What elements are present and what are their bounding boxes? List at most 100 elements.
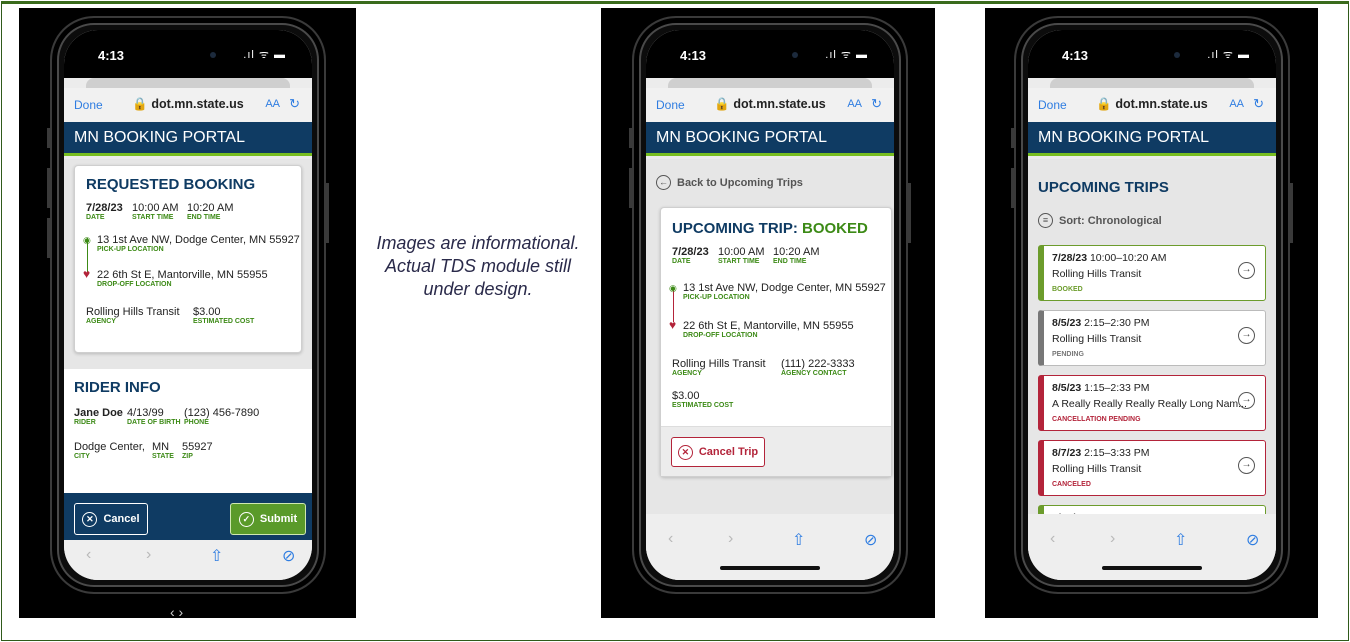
phone-label: PHONE [184, 419, 209, 426]
home-indicator[interactable] [720, 566, 820, 570]
sort-control[interactable]: ≡ Sort: Chronological [1038, 213, 1162, 228]
rider-info-section: RIDER INFO Jane Doe RIDER 4/13/99 DATE OF … [64, 369, 312, 493]
end-value: 10:20 AM [187, 202, 234, 214]
signal-wifi-battery-icon: .ıl ᯤ ▬ [1207, 49, 1250, 61]
phone-1: 4:13 .ıl ᯤ ▬ Done 🔒 dot.mn.state.us AA ↻… [47, 16, 329, 594]
status-bar: 4:13 .ıl ᯤ ▬ [64, 30, 312, 78]
share-icon[interactable]: ⇧ [210, 546, 223, 566]
end-label: END TIME [187, 214, 221, 221]
arrow-right-circle-icon[interactable]: → [1238, 392, 1255, 409]
compass-icon[interactable]: ⊘ [282, 546, 295, 566]
trip-list-item[interactable]: 8/5/23 2:15–2:30 PM Rolling Hills Transit… [1038, 310, 1266, 366]
browser-toolbar: ‹ › ⇧ ⊘ [646, 514, 894, 580]
trip-agency: A Really Really Really Really Long Nam..… [1052, 398, 1247, 410]
compass-icon[interactable]: ⊘ [864, 530, 877, 550]
text-size-button[interactable]: AA [1229, 98, 1244, 110]
portal-header: MN BOOKING PORTAL [1028, 122, 1276, 156]
rider-value: Jane Doe [74, 407, 123, 419]
pickup-dot-icon: ◉ [669, 283, 677, 293]
card-title: UPCOMING TRIP: BOOKED [672, 220, 868, 237]
dropoff-label: DROP-OFF LOCATION [97, 281, 172, 288]
informational-note: Images are informational. Actual TDS mod… [376, 233, 580, 299]
phone-2: 4:13 .ıl ᯤ ▬ Done 🔒 dot.mn.state.us AA ↻… [629, 16, 911, 594]
trip-date-time: 8/7/23 2:15–3:33 PM [1052, 447, 1150, 459]
forward-icon[interactable]: › [1110, 530, 1115, 548]
arrow-right-circle-icon[interactable]: → [1238, 262, 1255, 279]
x-circle-icon: ✕ [677, 444, 693, 460]
cancel-trip-button[interactable]: ✕ Cancel Trip [671, 437, 765, 467]
trip-agency: Rolling Hills Transit [1052, 463, 1142, 475]
trip-list-item[interactable]: 8/7/23 2:15–3:33 PM Rolling Hills Transit… [1038, 440, 1266, 496]
dropoff-pin-icon: ♥ [83, 267, 91, 281]
card-title: REQUESTED BOOKING [86, 176, 256, 193]
share-icon[interactable]: ⇧ [792, 530, 805, 550]
trip-status: CANCELLATION PENDING [1052, 416, 1141, 423]
text-size-button[interactable]: AA [847, 98, 862, 110]
browser-url-bar: Done 🔒 dot.mn.state.us AA ↻ [1028, 88, 1276, 122]
dob-value: 4/13/99 [127, 407, 164, 419]
state-value: MN [152, 441, 170, 453]
camera-dot [210, 52, 216, 58]
end-label: END TIME [773, 258, 807, 265]
compass-icon[interactable]: ⊘ [1246, 530, 1259, 550]
cost-label: ESTIMATED COST [193, 318, 255, 325]
portal-header: MN BOOKING PORTAL [646, 122, 894, 156]
forward-icon[interactable]: › [728, 530, 733, 548]
reload-icon[interactable]: ↻ [289, 96, 300, 112]
start-label: START TIME [132, 214, 174, 221]
x-circle-icon: ✕ [82, 511, 98, 527]
agency-value: Rolling Hills Transit [672, 358, 766, 370]
check-circle-icon: ✓ [238, 511, 254, 527]
zip-value: 55927 [182, 441, 213, 453]
phone-1-screen: 4:13 .ıl ᯤ ▬ Done 🔒 dot.mn.state.us AA ↻… [64, 30, 312, 580]
phone-3-screen: 4:13 .ıl ᯤ ▬ Done 🔒 dot.mn.state.us AA ↻… [1028, 30, 1276, 580]
trip-list-item[interactable]: 7/28/23 10:00–10:20 AM Rolling Hills Tran… [1038, 245, 1266, 301]
trip-status: BOOKED [1052, 286, 1083, 293]
back-icon[interactable]: ‹ [1050, 530, 1055, 548]
dropoff-value: 22 6th St E, Mantorville, MN 55955 [97, 269, 268, 281]
end-value: 10:20 AM [773, 246, 820, 258]
browser-url-bar: Done 🔒 dot.mn.state.us AA ↻ [64, 88, 312, 122]
trip-list-item[interactable]: 8/5/23 1:15–2:33 PM A Really Really Reall… [1038, 375, 1266, 431]
agency-label: AGENCY [86, 318, 116, 325]
reload-icon[interactable]: ↻ [871, 96, 882, 112]
arrow-right-circle-icon[interactable]: → [1238, 457, 1255, 474]
forward-icon[interactable]: › [146, 546, 151, 564]
back-icon[interactable]: ‹ [86, 546, 91, 564]
pickup-value: 13 1st Ave NW, Dodge Center, MN 55927 [97, 234, 300, 246]
back-to-trips-link[interactable]: ← Back to Upcoming Trips [656, 175, 803, 190]
trip-agency: Rolling Hills Transit [1052, 333, 1142, 345]
trip-date-time: 8/5/23 2:15–2:30 PM [1052, 317, 1150, 329]
cost-value: $3.00 [672, 390, 700, 402]
submit-button[interactable]: ✓ Submit [230, 503, 306, 535]
state-label: STATE [152, 453, 174, 460]
arrow-left-circle-icon: ← [656, 175, 671, 190]
back-icon[interactable]: ‹ [668, 530, 673, 548]
date-label: DATE [86, 214, 105, 221]
text-size-button[interactable]: AA [265, 98, 280, 110]
share-icon[interactable]: ⇧ [1174, 530, 1187, 550]
trip-date-time: 8/5/23 1:15–2:33 PM [1052, 382, 1150, 394]
reload-icon[interactable]: ↻ [1253, 96, 1264, 112]
pager-arrows[interactable]: ‹ › [170, 604, 183, 620]
page-title: UPCOMING TRIPS [1038, 179, 1169, 196]
pickup-label: PICK-UP LOCATION [97, 246, 164, 253]
browser-toolbar: ‹ › ⇧ ⊘ [1028, 514, 1276, 580]
cancel-button[interactable]: ✕ Cancel [74, 503, 148, 535]
pickup-dot-icon: ◉ [83, 235, 91, 245]
status-time: 4:13 [98, 48, 125, 63]
home-indicator[interactable] [1102, 566, 1202, 570]
trip-agency: Rolling Hills Transit [1052, 268, 1142, 280]
phone-3: 4:13 .ıl ᯤ ▬ Done 🔒 dot.mn.state.us AA ↻… [1011, 16, 1293, 594]
arrow-right-circle-icon[interactable]: → [1238, 327, 1255, 344]
date-value: 7/28/23 [86, 202, 123, 214]
date-label: DATE [672, 258, 691, 265]
rider-info-title: RIDER INFO [74, 379, 161, 396]
phone-value: (123) 456-7890 [184, 407, 260, 419]
phone-2-screen: 4:13 .ıl ᯤ ▬ Done 🔒 dot.mn.state.us AA ↻… [646, 30, 894, 580]
date-value: 7/28/23 [672, 246, 709, 258]
sort-icon: ≡ [1038, 213, 1053, 228]
status-booked: BOOKED [802, 220, 868, 237]
agency-value: Rolling Hills Transit [86, 306, 180, 318]
signal-wifi-battery-icon: .ıl ᯤ ▬ [825, 49, 868, 61]
